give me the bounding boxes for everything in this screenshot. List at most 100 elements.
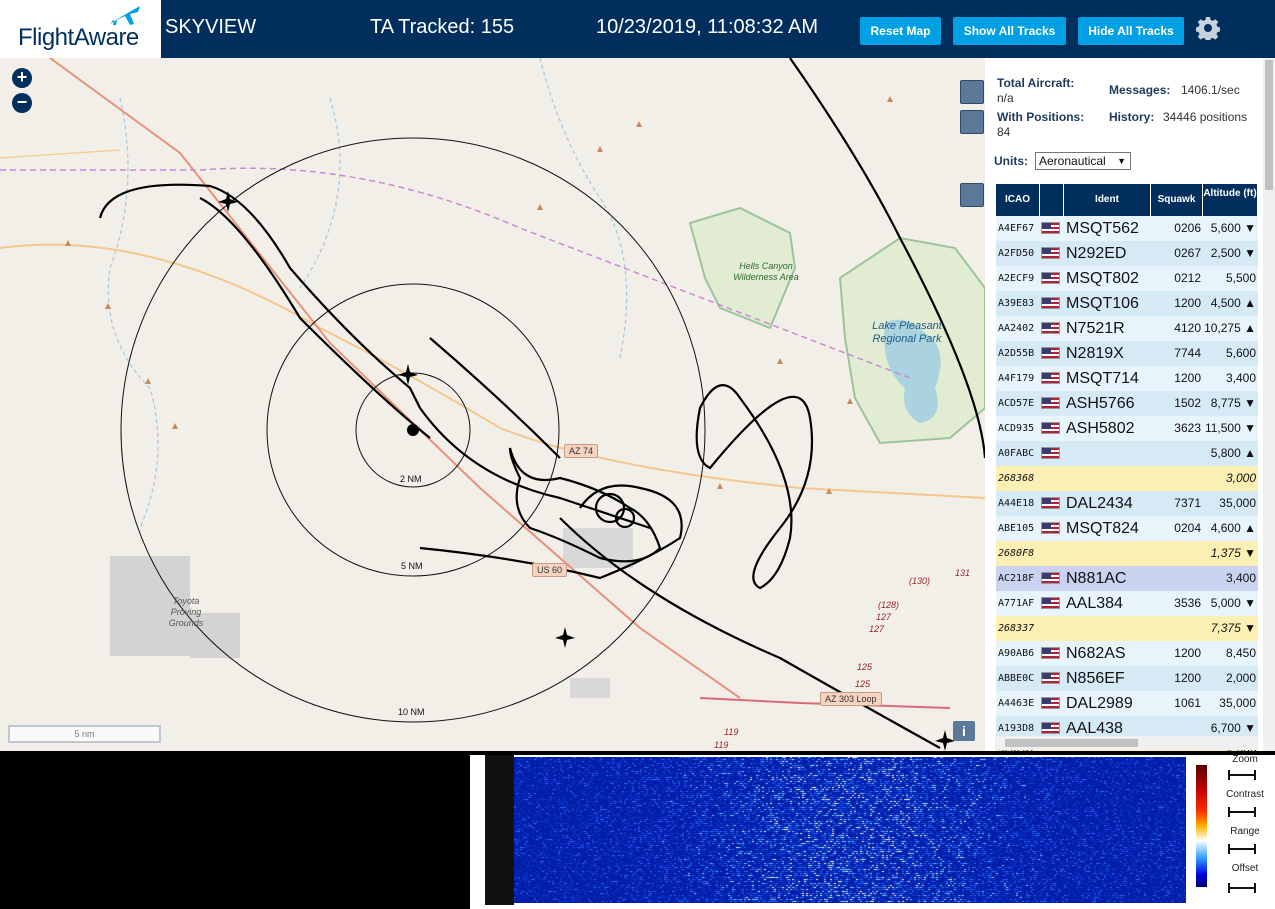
map-layers-icon[interactable] bbox=[960, 80, 984, 104]
col-flag[interactable] bbox=[1040, 184, 1064, 216]
ident-cell: MSQT562 bbox=[1066, 220, 1139, 237]
scrollbar-thumb[interactable] bbox=[1265, 60, 1273, 190]
gear-icon[interactable] bbox=[1196, 16, 1220, 40]
table-row[interactable]: ACD935 ASH5802 3623 11,500 ▼ bbox=[996, 416, 1258, 441]
contrast-slider[interactable] bbox=[1228, 807, 1256, 817]
us-flag-icon bbox=[1041, 272, 1060, 284]
table-row[interactable]: A0FABC 5,800 ▲ bbox=[996, 441, 1258, 466]
table-row[interactable]: A4463E DAL2989 1061 35,000 bbox=[996, 691, 1258, 716]
table-row[interactable]: A4F179 MSQT714 1200 3,400 bbox=[996, 366, 1258, 391]
table-row[interactable]: A44E18 DAL2434 7371 35,000 bbox=[996, 491, 1258, 516]
altitude-cell: 5,500 bbox=[1225, 271, 1256, 285]
road-label-us60: US 60 bbox=[532, 563, 568, 577]
flag-cell bbox=[1041, 466, 1063, 491]
flag-cell bbox=[1041, 691, 1063, 716]
table-row[interactable]: A771AF AAL384 3536 5,000 ▼ bbox=[996, 591, 1258, 616]
ident-cell bbox=[1064, 466, 1151, 491]
table-row[interactable]: AA2402 N7521R 4120 10,275 ▲ bbox=[996, 316, 1258, 341]
table-row[interactable]: 268337 7,375 ▼ bbox=[996, 616, 1258, 641]
flag-cell bbox=[1041, 441, 1063, 466]
table-horizontal-scrollbar[interactable] bbox=[995, 736, 1257, 750]
ident-cell bbox=[1064, 441, 1151, 466]
ident-cell: N881AC bbox=[1066, 570, 1127, 587]
flag-cell bbox=[1041, 291, 1063, 316]
road-label-az303: AZ 303 Loop bbox=[820, 692, 882, 706]
hide-all-tracks-button[interactable]: Hide All Tracks bbox=[1078, 17, 1184, 45]
flag-cell bbox=[1041, 566, 1063, 591]
table-row[interactable]: ABBE0C N856EF 1200 2,000 bbox=[996, 666, 1258, 691]
info-button[interactable]: i bbox=[953, 721, 975, 741]
table-row[interactable]: AC218F N881AC 3,400 bbox=[996, 566, 1258, 591]
park-label: Hells Canyon Wilderness Area bbox=[733, 261, 799, 282]
col-squawk[interactable]: Squawk bbox=[1151, 184, 1203, 216]
units-select-value: Aeronautical bbox=[1039, 154, 1106, 168]
grid-icon[interactable] bbox=[960, 110, 984, 134]
ta-tracked-count: TA Tracked: 155 bbox=[370, 16, 515, 38]
us-flag-icon bbox=[1041, 497, 1060, 509]
flag-cell bbox=[1041, 591, 1063, 616]
col-icao[interactable]: ICAO bbox=[996, 184, 1040, 216]
route-number: (130) bbox=[909, 576, 931, 586]
us-flag-icon bbox=[1041, 222, 1060, 234]
route-number: (128) bbox=[878, 600, 900, 610]
table-row[interactable]: A2FD50 N292ED 0267 2,500 ▼ bbox=[996, 241, 1258, 266]
ident-cell: DAL2989 bbox=[1066, 695, 1133, 712]
flag-cell bbox=[1041, 641, 1063, 666]
altitude-cell: 2,000 bbox=[1225, 671, 1256, 685]
flightaware-logo[interactable]: FlightAware bbox=[0, 0, 161, 58]
table-row[interactable]: 2680F8 1,375 ▼ bbox=[996, 541, 1258, 566]
ident-cell: ASH5802 bbox=[1066, 420, 1135, 437]
route-number: 131 bbox=[955, 568, 971, 578]
icao-cell: AC218F bbox=[998, 573, 1035, 584]
columns-icon[interactable] bbox=[960, 183, 984, 207]
flag-cell bbox=[1041, 541, 1063, 566]
reset-map-button[interactable]: Reset Map bbox=[860, 17, 941, 45]
route-number: 119 bbox=[724, 727, 739, 737]
us-flag-icon bbox=[1041, 297, 1060, 309]
icao-cell: A2ECF9 bbox=[998, 273, 1035, 284]
squawk-cell bbox=[1151, 616, 1203, 641]
us-flag-icon bbox=[1041, 597, 1060, 609]
flag-cell bbox=[1041, 516, 1063, 541]
flag-cell bbox=[1041, 341, 1063, 366]
aircraft-table: ICAO Ident Squawk Altitude (ft) A4EF67 MS… bbox=[996, 184, 1258, 751]
icao-cell: 2680F8 bbox=[998, 548, 1035, 559]
range-slider[interactable] bbox=[1228, 844, 1256, 854]
altitude-cell: 4,600 ▲ bbox=[1210, 521, 1256, 535]
squawk-cell: 7744 bbox=[1174, 346, 1201, 360]
lake-label: Lake Pleasant Regional Park bbox=[872, 320, 942, 345]
zoom-control-label: Zoom bbox=[1232, 754, 1258, 765]
map-view[interactable]: + − 2 NM 5 NM 10 NM AZ 74 US 60 AZ 303 L… bbox=[0, 58, 985, 751]
zoom-in-button[interactable]: + bbox=[12, 68, 32, 88]
units-select[interactable]: Aeronautical ▼ bbox=[1035, 152, 1131, 170]
icao-cell: A39E83 bbox=[998, 298, 1035, 309]
us-flag-icon bbox=[1041, 697, 1060, 709]
sidebar-scrollbar[interactable] bbox=[1263, 58, 1275, 751]
zoom-out-button[interactable]: − bbox=[12, 93, 32, 113]
table-row[interactable]: ABE105 MSQT824 0204 4,600 ▲ bbox=[996, 516, 1258, 541]
show-all-tracks-button[interactable]: Show All Tracks bbox=[953, 17, 1066, 45]
us-flag-icon bbox=[1041, 372, 1060, 384]
table-row[interactable]: ACD57E ASH5766 1502 8,775 ▼ bbox=[996, 391, 1258, 416]
app-name: SKYVIEW bbox=[165, 16, 257, 38]
squawk-cell: 3623 bbox=[1174, 421, 1201, 435]
altitude-cell: 35,000 bbox=[1219, 496, 1256, 510]
col-altitude[interactable]: Altitude (ft) bbox=[1203, 184, 1258, 216]
altitude-cell: 5,600 bbox=[1225, 346, 1256, 360]
ring-label-2nm: 2 NM bbox=[400, 474, 422, 484]
table-row[interactable]: 268368 3,000 bbox=[996, 466, 1258, 491]
icao-cell: A44E18 bbox=[998, 498, 1035, 509]
table-row[interactable]: A4EF67 MSQT562 0206 5,600 ▼ bbox=[996, 216, 1258, 241]
table-row[interactable]: A90AB6 N682AS 1200 8,450 bbox=[996, 641, 1258, 666]
offset-slider[interactable] bbox=[1228, 883, 1256, 893]
us-flag-icon bbox=[1041, 322, 1060, 334]
icao-cell: A90AB6 bbox=[998, 648, 1035, 659]
waterfall-spectrogram[interactable] bbox=[514, 757, 1186, 903]
table-row[interactable]: A2ECF9 MSQT802 0212 5,500 bbox=[996, 266, 1258, 291]
table-row[interactable]: A39E83 MSQT106 1200 4,500 ▲ bbox=[996, 291, 1258, 316]
squawk-cell: 4120 bbox=[1174, 321, 1201, 335]
col-ident[interactable]: Ident bbox=[1064, 184, 1151, 216]
scrollbar-thumb[interactable] bbox=[1005, 739, 1138, 747]
table-row[interactable]: A2D55B N2819X 7744 5,600 bbox=[996, 341, 1258, 366]
zoom-slider[interactable] bbox=[1228, 770, 1256, 780]
